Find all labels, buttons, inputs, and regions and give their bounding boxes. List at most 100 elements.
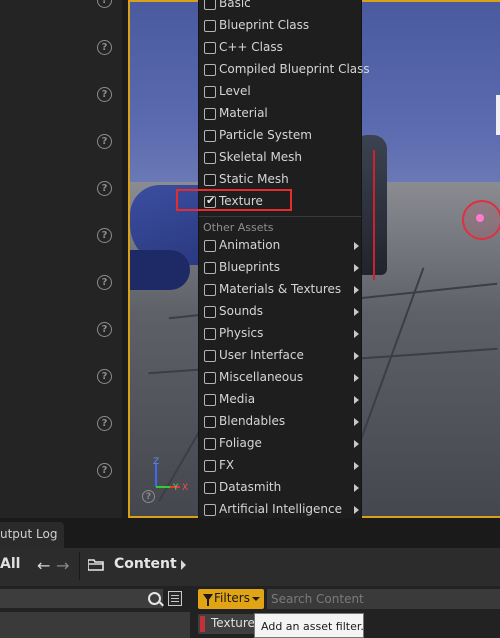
checkbox[interactable] — [204, 416, 216, 428]
help-icon[interactable]: ? — [97, 40, 112, 55]
filter-option[interactable]: Particle System — [199, 125, 361, 147]
tab-output-log-label: utput Log — [0, 527, 58, 541]
filter-submenu-item[interactable]: User Interface — [199, 345, 361, 367]
view-options-icon[interactable] — [168, 591, 182, 606]
filter-submenu-item[interactable]: Miscellaneous — [199, 367, 361, 389]
gizmo-center-dot — [476, 214, 484, 222]
checkbox[interactable] — [204, 20, 216, 32]
checkbox[interactable] — [204, 482, 216, 494]
help-icon[interactable]: ? — [97, 322, 112, 337]
breadcrumb-content[interactable]: Content — [114, 556, 177, 572]
filter-submenu-item[interactable]: Sounds — [199, 301, 361, 323]
filter-option[interactable]: C++ Class — [199, 37, 361, 59]
viewport-help-icon[interactable]: ? — [142, 490, 155, 503]
place-actor-item[interactable]: ere? — [0, 211, 122, 258]
help-icon[interactable]: ? — [97, 87, 112, 102]
submenu-arrow-icon — [354, 242, 359, 250]
submenu-arrow-icon — [354, 352, 359, 360]
checkbox[interactable] — [204, 350, 216, 362]
filter-option[interactable]: Static Mesh — [199, 169, 361, 191]
filter-submenu-item[interactable]: Foliage — [199, 433, 361, 455]
filter-submenu-item[interactable]: Materials & Textures — [199, 279, 361, 301]
help-icon[interactable]: ? — [97, 134, 112, 149]
checkbox[interactable] — [204, 42, 216, 54]
sources-search-input[interactable] — [0, 589, 163, 608]
checkbox[interactable]: ✔ — [204, 194, 216, 208]
help-icon[interactable]: ? — [97, 463, 112, 478]
filter-option[interactable]: Skeletal Mesh — [199, 147, 361, 169]
active-filter-label: Texture — [211, 616, 255, 630]
filter-submenu-item[interactable]: FX — [199, 455, 361, 477]
filter-option[interactable]: Basic — [199, 0, 361, 15]
menu-separator — [199, 216, 361, 217]
place-actor-item[interactable]: y Character? — [0, 0, 122, 23]
place-actor-item[interactable]: der? — [0, 258, 122, 305]
help-icon[interactable]: ? — [97, 416, 112, 431]
checkbox[interactable] — [204, 174, 216, 186]
filter-submenu-label: FX — [219, 458, 235, 472]
place-actor-item[interactable]: e? — [0, 164, 122, 211]
forward-arrow-icon[interactable]: → — [56, 556, 69, 575]
place-actor-item[interactable]: er Start? — [0, 117, 122, 164]
filter-submenu-item[interactable]: Media — [199, 389, 361, 411]
tab-output-log[interactable]: utput Log — [0, 522, 64, 548]
checkbox[interactable] — [204, 438, 216, 450]
breadcrumb-chevron-icon[interactable] — [181, 560, 186, 570]
checkbox[interactable] — [204, 306, 216, 318]
filter-option[interactable]: ✔ Texture — [199, 191, 361, 213]
help-icon[interactable]: ? — [97, 228, 112, 243]
filter-option[interactable]: Material — [199, 103, 361, 125]
selection-outline — [373, 150, 375, 280]
filter-option-label: Texture — [219, 194, 263, 208]
filter-submenu-label: Physics — [219, 326, 264, 340]
filters-tooltip: Add an asset filter. — [254, 613, 364, 638]
filters-button-label: Filters — [214, 591, 250, 605]
checkbox[interactable] — [204, 130, 216, 142]
place-actor-item[interactable]: Trigger? — [0, 399, 122, 446]
filter-submenu-item[interactable]: Datasmith — [199, 477, 361, 499]
checkbox[interactable] — [204, 108, 216, 120]
axis-x-label: X — [182, 483, 188, 493]
filter-option-label: C++ Class — [219, 40, 283, 54]
filter-submenu-item[interactable]: Animation — [199, 235, 361, 257]
filter-submenu-label: Animation — [219, 238, 281, 252]
place-actor-item[interactable]: ty Pawn? — [0, 23, 122, 70]
search-icon[interactable] — [148, 592, 161, 605]
checkbox[interactable] — [204, 394, 216, 406]
filter-submenu-label: Blueprints — [219, 260, 281, 274]
place-actor-item[interactable]: t Light? — [0, 70, 122, 117]
filter-submenu-item[interactable]: Blendables — [199, 411, 361, 433]
search-content-input[interactable] — [267, 589, 500, 609]
asset-filter-menu: Other Assets Basic Blueprint Class C++ Cla… — [198, 0, 370, 588]
checkbox[interactable] — [204, 240, 216, 252]
checkbox[interactable] — [204, 328, 216, 340]
checkbox[interactable] — [204, 372, 216, 384]
checkbox[interactable] — [204, 0, 216, 10]
add-all-button[interactable]: All — [0, 556, 20, 572]
checkbox[interactable] — [204, 152, 216, 164]
place-actor-item[interactable]: e? — [0, 305, 122, 352]
help-icon[interactable]: ? — [97, 275, 112, 290]
filter-submenu-label: Sounds — [219, 304, 264, 318]
filter-option[interactable]: Blueprint Class — [199, 15, 361, 37]
filter-submenu-item[interactable]: Blueprints — [199, 257, 361, 279]
checkbox[interactable] — [204, 64, 216, 76]
back-arrow-icon[interactable]: ← — [37, 556, 50, 575]
checkbox[interactable] — [204, 460, 216, 472]
filter-submenu-item[interactable]: Physics — [199, 323, 361, 345]
submenu-arrow-icon — [354, 440, 359, 448]
help-icon[interactable]: ? — [97, 181, 112, 196]
checkbox[interactable] — [204, 284, 216, 296]
filter-option[interactable]: Level — [199, 81, 361, 103]
folder-icon — [88, 559, 104, 571]
white-pillar — [496, 95, 500, 135]
checkbox[interactable] — [204, 504, 216, 516]
filter-option[interactable]: Compiled Blueprint Class — [199, 59, 370, 81]
place-actor-item[interactable]: e? — [0, 352, 122, 399]
filter-submenu-label: Datasmith — [219, 480, 282, 494]
filter-submenu-label: Artificial Intelligence — [219, 502, 342, 516]
help-icon[interactable]: ? — [97, 369, 112, 384]
checkbox[interactable] — [204, 262, 216, 274]
checkbox[interactable] — [204, 86, 216, 98]
place-actor-item[interactable]: ere Trigger? — [0, 446, 122, 493]
